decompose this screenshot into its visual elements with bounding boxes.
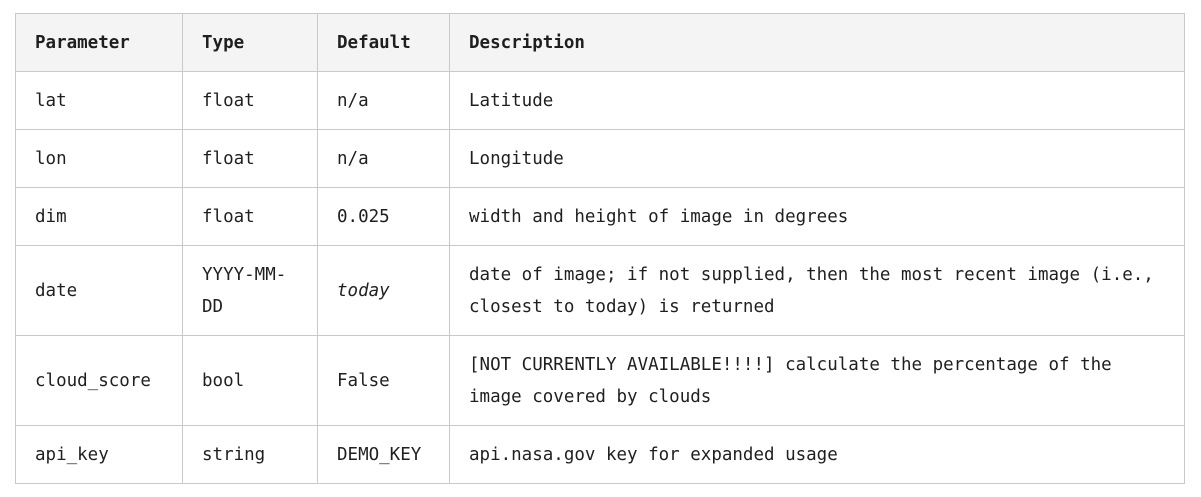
cell-type: float — [182, 187, 318, 246]
cell-description: Longitude — [449, 129, 1185, 188]
table-row: lat float n/a Latitude — [15, 71, 1185, 130]
cell-description: Latitude — [449, 71, 1185, 130]
cell-type: YYYY-MM-DD — [182, 245, 318, 336]
header-type: Type — [182, 13, 318, 72]
table-row: date YYYY-MM-DD today date of image; if … — [15, 245, 1185, 336]
cell-parameter: date — [15, 245, 183, 336]
cell-type: string — [182, 425, 318, 484]
table-header-row: Parameter Type Default Description — [15, 13, 1185, 72]
table-row: cloud_score bool False [NOT CURRENTLY AV… — [15, 335, 1185, 426]
cell-parameter: lon — [15, 129, 183, 188]
cell-description: width and height of image in degrees — [449, 187, 1185, 246]
cell-default: n/a — [317, 129, 450, 188]
header-parameter: Parameter — [15, 13, 183, 72]
cell-description: [NOT CURRENTLY AVAILABLE!!!!] calculate … — [449, 335, 1185, 426]
header-default: Default — [317, 13, 450, 72]
cell-parameter: cloud_score — [15, 335, 183, 426]
cell-parameter: api_key — [15, 425, 183, 484]
cell-description: api.nasa.gov key for expanded usage — [449, 425, 1185, 484]
parameters-table: Parameter Type Default Description lat f… — [15, 13, 1185, 484]
cell-default: today — [317, 245, 450, 336]
table-row: lon float n/a Longitude — [15, 129, 1185, 188]
cell-default: False — [317, 335, 450, 426]
cell-type: float — [182, 71, 318, 130]
cell-parameter: dim — [15, 187, 183, 246]
table-row: api_key string DEMO_KEY api.nasa.gov key… — [15, 425, 1185, 484]
table-row: dim float 0.025 width and height of imag… — [15, 187, 1185, 246]
cell-default: DEMO_KEY — [317, 425, 450, 484]
cell-description: date of image; if not supplied, then the… — [449, 245, 1185, 336]
cell-default: n/a — [317, 71, 450, 130]
cell-type: float — [182, 129, 318, 188]
cell-default: 0.025 — [317, 187, 450, 246]
cell-parameter: lat — [15, 71, 183, 130]
cell-type: bool — [182, 335, 318, 426]
header-description: Description — [449, 13, 1185, 72]
